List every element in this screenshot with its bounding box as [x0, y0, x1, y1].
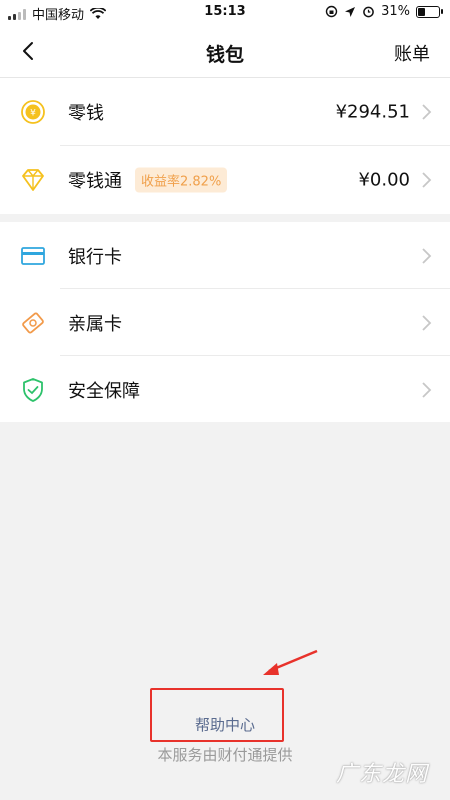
bank-card-icon [21, 246, 45, 265]
bank-card-row[interactable]: 银行卡 [0, 222, 450, 289]
diamond-icon [22, 169, 44, 191]
watermark: 广东龙网 [335, 762, 428, 787]
chevron-right-icon [422, 381, 432, 398]
bill-button[interactable]: 账单 [394, 40, 430, 66]
svg-text:¥: ¥ [30, 109, 36, 119]
annotation-arrow-icon [263, 649, 318, 675]
yuan-coin-icon: ¥ [21, 100, 45, 124]
location-icon [345, 6, 356, 17]
security-row[interactable]: 安全保障 [0, 356, 450, 423]
change-plus-label: 零钱通 [68, 171, 122, 192]
change-plus-amount: ¥0.00 [358, 169, 410, 191]
battery-percent: 31% [381, 4, 410, 19]
services-section: 银行卡 亲属卡 安全保障 [0, 222, 450, 422]
status-bar: 中国移动 15:13 31% [0, 0, 450, 26]
chevron-right-icon [422, 172, 432, 188]
family-card-row[interactable]: 亲属卡 [0, 289, 450, 356]
change-plus-row[interactable]: 零钱通 收益率2.82% ¥0.00 [0, 146, 450, 214]
battery-fill [418, 7, 425, 16]
shield-check-icon [23, 377, 43, 402]
chevron-right-icon [422, 247, 432, 264]
alarm-icon [363, 6, 374, 18]
family-card-label: 亲属卡 [68, 313, 122, 335]
nav-bar: 钱包 账单 [0, 26, 450, 78]
security-label: 安全保障 [68, 380, 140, 402]
chevron-right-icon [422, 104, 432, 120]
bank-card-label: 银行卡 [68, 246, 122, 268]
change-amount: ¥294.51 [335, 101, 410, 123]
balance-section: ¥ 零钱 ¥294.51 零钱通 收益率2.82% ¥0.00 [0, 78, 450, 214]
change-row[interactable]: ¥ 零钱 ¥294.51 [0, 78, 450, 146]
help-center-link[interactable]: 帮助中心 [0, 714, 450, 735]
status-right: 31% [325, 4, 443, 19]
page-title: 钱包 [205, 44, 244, 66]
change-label: 零钱 [68, 103, 104, 124]
family-card-icon [22, 312, 44, 333]
chevron-right-icon [422, 314, 432, 331]
yield-badge: 收益率2.82% [135, 167, 228, 193]
rotation-lock-icon [325, 5, 338, 18]
battery-icon [416, 5, 443, 18]
